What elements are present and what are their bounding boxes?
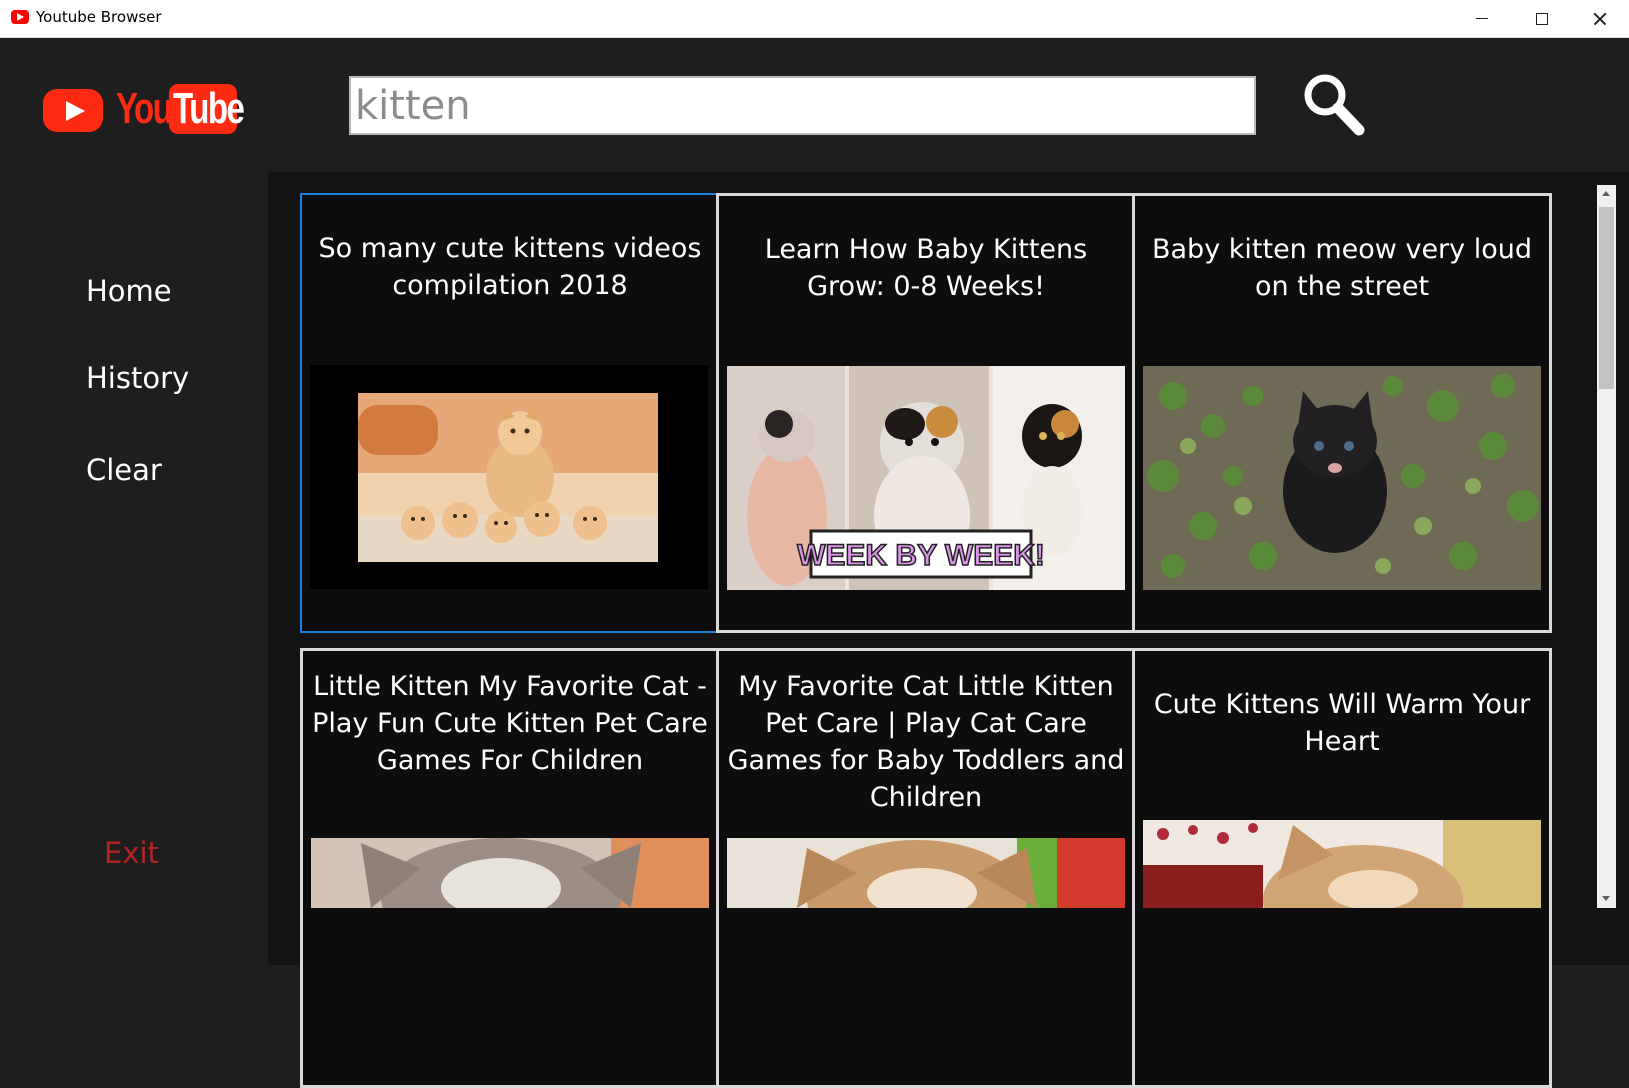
video-title: Cute Kittens Will Warm Your Heart bbox=[1153, 689, 1531, 757]
minimize-button[interactable] bbox=[1452, 0, 1510, 37]
video-card[interactable]: Cute Kittens Will Warm Your Heart bbox=[1132, 648, 1552, 1088]
sidebar-item-home[interactable]: Home bbox=[86, 274, 172, 308]
exit-button[interactable]: Exit bbox=[104, 836, 159, 870]
logo-tube-text: Tube bbox=[173, 84, 245, 133]
video-thumbnail bbox=[311, 838, 709, 908]
video-thumbnail bbox=[310, 365, 708, 589]
video-card[interactable]: Baby kitten meow very loud on the street bbox=[1132, 193, 1552, 633]
youtube-app-icon bbox=[11, 10, 29, 24]
video-thumbnail bbox=[727, 838, 1125, 908]
video-thumbnail: WEEK BY WEEK! bbox=[727, 366, 1125, 590]
logo-you-text: You bbox=[116, 84, 173, 133]
video-title: Baby kitten meow very loud on the street bbox=[1151, 234, 1532, 302]
search-button[interactable] bbox=[1300, 70, 1370, 140]
results-panel: So many cute kittens videos compilation … bbox=[268, 172, 1629, 1088]
sidebar-item-history[interactable]: History bbox=[86, 361, 189, 395]
close-button[interactable] bbox=[1570, 0, 1628, 37]
sidebar-item-clear[interactable]: Clear bbox=[86, 453, 162, 487]
video-card[interactable]: Little Kitten My Favorite Cat - Play Fun… bbox=[300, 648, 720, 1088]
video-title: Learn How Baby Kittens Grow: 0-8 Weeks! bbox=[764, 234, 1088, 302]
search-icon bbox=[1304, 74, 1365, 136]
thumbnail-caption: WEEK BY WEEK! bbox=[797, 539, 1045, 572]
scrollbar-thumb[interactable] bbox=[1599, 207, 1614, 389]
video-card[interactable]: My Favorite Cat Little Kitten Pet Care |… bbox=[716, 648, 1136, 1088]
play-icon bbox=[43, 89, 103, 132]
video-card[interactable]: So many cute kittens videos compilation … bbox=[300, 193, 720, 633]
youtube-logo: You Tube bbox=[43, 80, 245, 136]
search-input[interactable] bbox=[349, 76, 1256, 135]
video-card[interactable]: Learn How Baby Kittens Grow: 0-8 Weeks! bbox=[716, 193, 1136, 633]
video-title: So many cute kittens videos compilation … bbox=[318, 233, 702, 301]
app-body: You Tube Home History Clear Exit So many… bbox=[0, 38, 1629, 1088]
video-thumbnail bbox=[1143, 366, 1541, 590]
scroll-down-arrow-icon[interactable] bbox=[1597, 889, 1616, 908]
video-title: Little Kitten My Favorite Cat - Play Fun… bbox=[312, 671, 708, 776]
title-bar: Youtube Browser bbox=[0, 0, 1629, 38]
window-title: Youtube Browser bbox=[36, 8, 162, 26]
results-scrollbar[interactable] bbox=[1597, 185, 1616, 908]
video-title: My Favorite Cat Little Kitten Pet Care |… bbox=[727, 671, 1125, 813]
video-thumbnail bbox=[1143, 820, 1541, 908]
logo-tube-box: Tube bbox=[169, 84, 245, 134]
maximize-button[interactable] bbox=[1511, 0, 1569, 37]
scroll-up-arrow-icon[interactable] bbox=[1597, 185, 1616, 204]
